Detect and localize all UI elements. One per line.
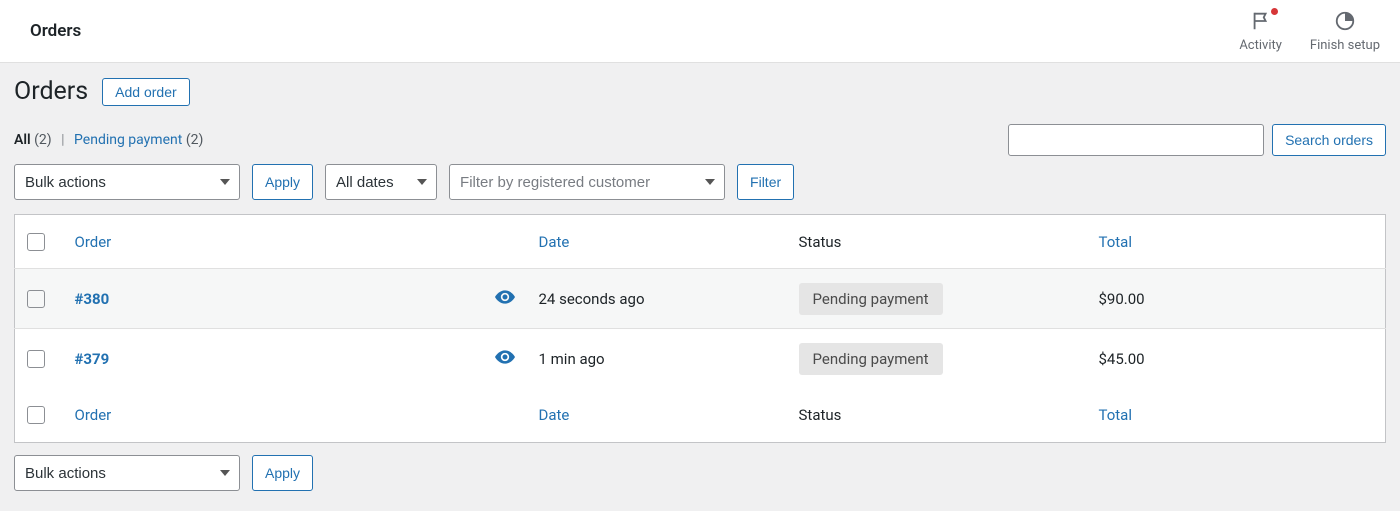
select-all-checkbox[interactable]	[27, 233, 45, 251]
activity-button[interactable]: Activity	[1239, 10, 1282, 53]
finish-setup-button[interactable]: Finish setup	[1310, 10, 1380, 53]
search-orders-button[interactable]: Search orders	[1272, 124, 1386, 156]
column-header-date[interactable]: Date	[527, 215, 787, 269]
apply-bulk-button[interactable]: Apply	[252, 164, 313, 200]
topbar-right: Activity Finish setup	[1239, 10, 1380, 53]
notification-dot-icon	[1271, 8, 1278, 15]
top-bar: Orders Activity Finish setup	[0, 0, 1400, 63]
below-table-actions: Bulk actions Apply	[14, 455, 1386, 491]
row-checkbox[interactable]	[27, 290, 45, 308]
order-link[interactable]: #379	[75, 350, 110, 368]
bulk-actions-select-bottom[interactable]: Bulk actions	[14, 455, 240, 491]
filters-row: Bulk actions Apply All dates Filter by r…	[14, 164, 1386, 200]
filter-all-count: (2)	[34, 132, 52, 148]
page-title: Orders	[14, 77, 88, 106]
customer-filter-select[interactable]: Filter by registered customer	[449, 164, 725, 200]
table-row: #380 24 seconds ago Pending payment $90.…	[15, 269, 1386, 329]
finish-setup-label: Finish setup	[1310, 38, 1380, 53]
table-row: #379 1 min ago Pending payment $45.00	[15, 329, 1386, 389]
order-total: $90.00	[1087, 269, 1386, 329]
search-area: Search orders	[1008, 124, 1386, 156]
bulk-actions-select[interactable]: Bulk actions	[14, 164, 240, 200]
search-input[interactable]	[1008, 124, 1264, 156]
orders-table: Order Date Status Total #380 24 seconds …	[14, 214, 1386, 443]
column-footer-status: Status	[787, 389, 1087, 443]
filter-pending-count: (2)	[186, 132, 204, 148]
select-all-checkbox-footer[interactable]	[27, 406, 45, 424]
heading-row: Orders Add order	[14, 77, 1386, 106]
flag-icon	[1250, 10, 1272, 36]
eye-icon[interactable]	[495, 350, 515, 368]
order-date: 1 min ago	[527, 329, 787, 389]
column-header-total[interactable]: Total	[1087, 215, 1386, 269]
table-footer-row: Order Date Status Total	[15, 389, 1386, 443]
topbar-title: Orders	[30, 21, 81, 41]
table-header-row: Order Date Status Total	[15, 215, 1386, 269]
column-footer-total[interactable]: Total	[1087, 389, 1386, 443]
apply-bulk-button-bottom[interactable]: Apply	[252, 455, 313, 491]
filter-button[interactable]: Filter	[737, 164, 794, 200]
column-header-order[interactable]: Order	[63, 215, 483, 269]
filter-all-label[interactable]: All	[14, 132, 31, 148]
status-filter-links: All (2) | Pending payment (2)	[14, 132, 203, 148]
filter-pending-link[interactable]: Pending payment	[74, 132, 182, 148]
column-footer-order[interactable]: Order	[63, 389, 483, 443]
date-filter-select[interactable]: All dates	[325, 164, 437, 200]
order-total: $45.00	[1087, 329, 1386, 389]
status-badge: Pending payment	[799, 343, 943, 375]
add-order-button[interactable]: Add order	[102, 78, 189, 106]
eye-icon[interactable]	[495, 290, 515, 308]
progress-circle-icon	[1334, 10, 1356, 36]
row-checkbox[interactable]	[27, 350, 45, 368]
status-badge: Pending payment	[799, 283, 943, 315]
order-link[interactable]: #380	[75, 290, 110, 308]
column-header-status: Status	[787, 215, 1087, 269]
separator: |	[61, 132, 64, 148]
column-footer-date[interactable]: Date	[527, 389, 787, 443]
order-date: 24 seconds ago	[527, 269, 787, 329]
activity-label: Activity	[1239, 38, 1282, 53]
